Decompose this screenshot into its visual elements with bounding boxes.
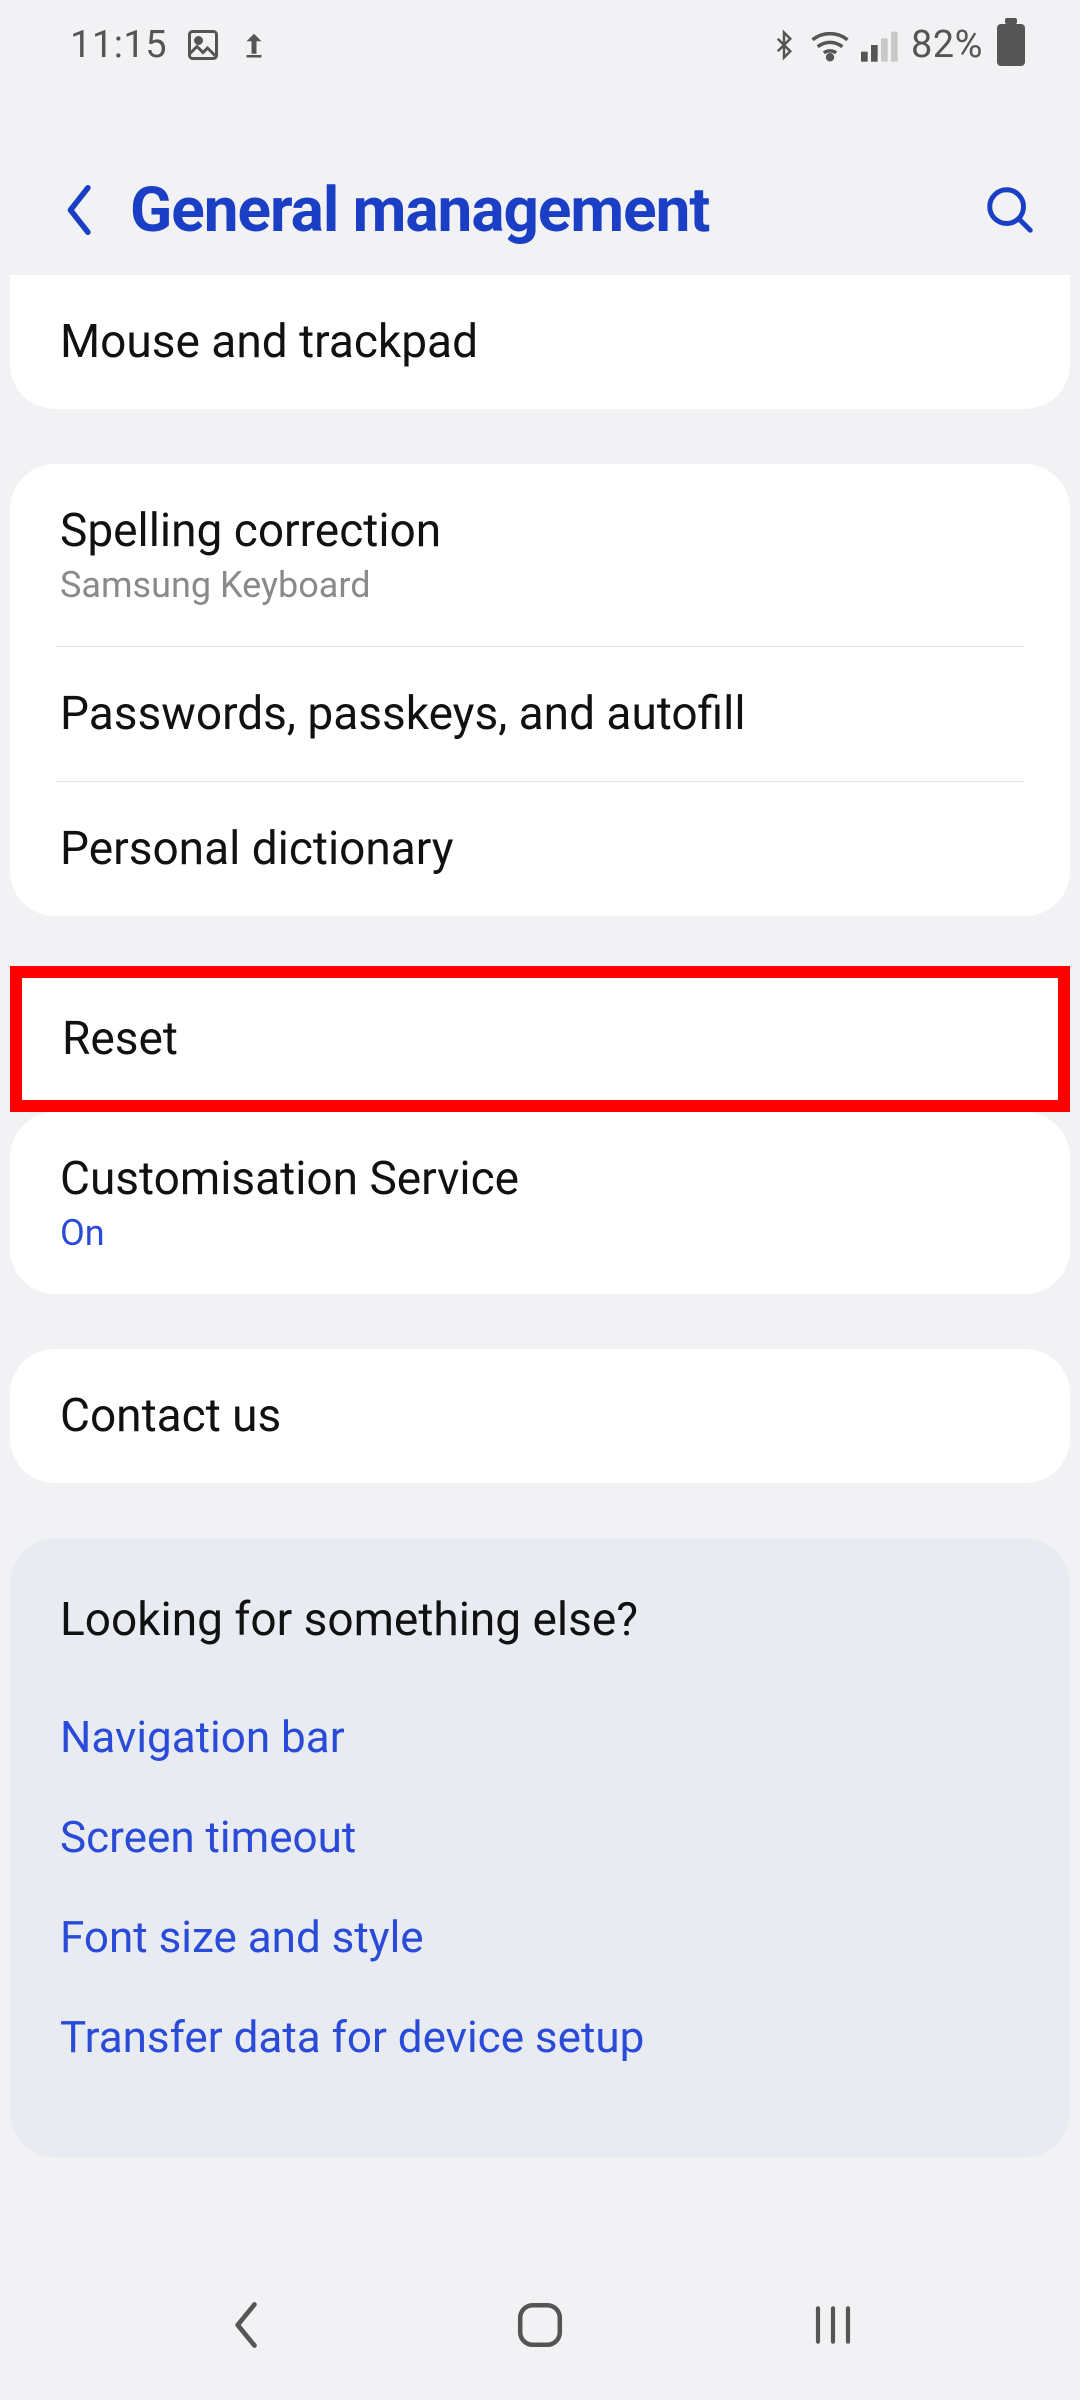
status-time: 11:15 — [70, 23, 167, 67]
signal-icon — [861, 28, 901, 62]
card-suggestions: Looking for something else? Navigation b… — [10, 1538, 1070, 2157]
system-nav-bar — [0, 2250, 1080, 2400]
link-transfer-data[interactable]: Transfer data for device setup — [60, 1987, 1020, 2087]
row-mouse-trackpad[interactable]: Mouse and trackpad — [10, 275, 1070, 409]
card-peripherals: Mouse and trackpad — [10, 275, 1070, 409]
link-navigation-bar[interactable]: Navigation bar — [60, 1687, 1020, 1787]
row-title: Spelling correction — [60, 504, 1020, 558]
row-spelling-correction[interactable]: Spelling correction Samsung Keyboard — [10, 464, 1070, 646]
nav-back-button[interactable] — [212, 2290, 282, 2360]
card-customisation: Customisation Service On — [10, 1112, 1070, 1294]
row-passwords[interactable]: Passwords, passkeys, and autofill — [10, 647, 1070, 781]
back-button[interactable] — [50, 180, 110, 240]
row-title: Passwords, passkeys, and autofill — [60, 687, 1020, 741]
content: Mouse and trackpad Spelling correction S… — [0, 275, 1080, 2250]
battery-text: 82% — [911, 23, 983, 67]
row-personal-dictionary[interactable]: Personal dictionary — [10, 782, 1070, 916]
image-icon — [185, 27, 221, 63]
row-title: Customisation Service — [60, 1152, 1020, 1206]
row-contact-us[interactable]: Contact us — [10, 1349, 1070, 1483]
row-title: Personal dictionary — [60, 822, 1020, 876]
link-font-size-style[interactable]: Font size and style — [60, 1887, 1020, 1987]
nav-home-button[interactable] — [505, 2290, 575, 2360]
link-screen-timeout[interactable]: Screen timeout — [60, 1787, 1020, 1887]
status-right: 82% — [769, 23, 1025, 67]
nav-recents-button[interactable] — [798, 2290, 868, 2360]
row-customisation-service[interactable]: Customisation Service On — [10, 1112, 1070, 1294]
page-title: General management — [130, 174, 709, 247]
row-title: Reset — [62, 1012, 1018, 1066]
upload-icon — [239, 27, 269, 63]
row-title: Mouse and trackpad — [60, 315, 1020, 369]
row-subtitle: Samsung Keyboard — [60, 564, 1020, 606]
wifi-icon — [809, 28, 851, 62]
status-left: 11:15 — [70, 23, 269, 67]
suggestions-title: Looking for something else? — [60, 1593, 1020, 1647]
row-reset[interactable]: Reset — [22, 978, 1058, 1100]
bluetooth-icon — [769, 26, 799, 64]
header: General management — [0, 155, 1080, 265]
search-button[interactable] — [980, 180, 1040, 240]
battery-icon — [997, 24, 1025, 66]
row-status: On — [60, 1212, 1020, 1254]
status-bar: 11:15 — [0, 0, 1080, 90]
row-title: Contact us — [60, 1389, 1020, 1443]
card-contact: Contact us — [10, 1349, 1070, 1483]
card-keyboard: Spelling correction Samsung Keyboard Pas… — [10, 464, 1070, 916]
card-reset-highlighted: Reset — [10, 966, 1070, 1112]
